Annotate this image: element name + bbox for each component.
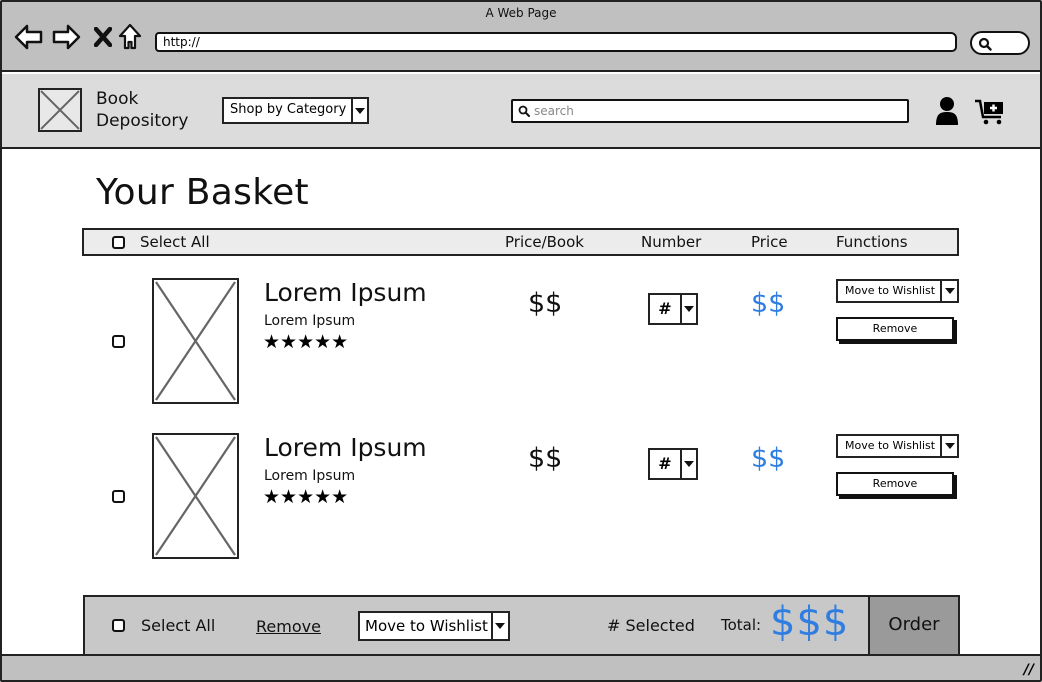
remove-button[interactable]: Remove: [836, 317, 954, 341]
browser-chrome: A Web Page http://: [2, 2, 1040, 72]
total-label: Total:: [721, 616, 762, 634]
select-all-label: Select All: [141, 616, 216, 635]
add-to-cart-icon: [975, 99, 1003, 125]
quantity-dropdown[interactable]: #: [648, 448, 698, 480]
stop-button[interactable]: [88, 22, 118, 52]
shop-by-category-dropdown[interactable]: Shop by Category: [222, 97, 370, 124]
search-input[interactable]: [534, 104, 894, 118]
user-icon: [936, 97, 958, 125]
brand-name: Book Depository: [96, 88, 188, 132]
cart-button[interactable]: [974, 98, 1006, 130]
move-to-wishlist-dropdown[interactable]: Move to Wishlist: [836, 279, 960, 303]
order-button[interactable]: Order: [868, 595, 960, 656]
book-title[interactable]: Lorem Ipsum: [264, 278, 427, 307]
quantity-value: #: [658, 299, 672, 318]
site-search-box[interactable]: [511, 99, 909, 123]
site-header: Book Depository Shop by Category: [2, 74, 1040, 149]
forward-button[interactable]: [51, 22, 81, 52]
search-icon: [978, 37, 992, 51]
browser-search-field[interactable]: [970, 31, 1030, 55]
resize-grip-icon[interactable]: //: [1024, 662, 1034, 678]
select-all-checkbox[interactable]: [112, 236, 125, 249]
bulk-move-to-wishlist-dropdown[interactable]: Move to Wishlist: [358, 611, 510, 641]
window-title: A Web Page: [485, 6, 557, 20]
brand-line-2: Depository: [96, 111, 189, 131]
chevron-down-icon: [940, 281, 957, 301]
item-checkbox[interactable]: [112, 490, 125, 503]
close-icon: [94, 27, 112, 47]
book-author: Lorem Ipsum: [264, 468, 356, 484]
book-title[interactable]: Lorem Ipsum: [264, 433, 427, 462]
basket-item-row: Lorem Ipsum Lorem Ipsum ★★★★★ $$ # $$ Mo…: [82, 433, 960, 563]
unit-price: $$: [528, 443, 563, 474]
account-button[interactable]: [934, 96, 960, 130]
column-header-price: Price: [751, 233, 788, 251]
wishlist-select-label: Move to Wishlist: [845, 284, 936, 297]
column-header-functions: Functions: [836, 233, 908, 251]
image-placeholder-icon: [155, 281, 236, 401]
forward-arrow-icon: [52, 24, 81, 50]
quantity-value: #: [658, 454, 672, 473]
quantity-dropdown[interactable]: #: [648, 293, 698, 325]
basket-item-row: Lorem Ipsum Lorem Ipsum ★★★★★ $$ # $$ Mo…: [82, 278, 960, 408]
line-price: $$: [751, 288, 786, 319]
star-rating: ★★★★★: [263, 331, 349, 353]
remove-button[interactable]: Remove: [836, 472, 954, 496]
back-arrow-icon: [14, 24, 43, 50]
book-cover[interactable]: [152, 278, 239, 404]
image-placeholder-icon: [40, 90, 80, 130]
item-checkbox[interactable]: [112, 335, 125, 348]
chevron-down-icon: [680, 295, 696, 323]
column-header-price-per-book: Price/Book: [505, 233, 584, 251]
image-placeholder-icon: [155, 436, 236, 556]
chevron-down-icon: [940, 436, 957, 456]
chevron-down-icon: [680, 450, 696, 478]
logo[interactable]: [38, 88, 82, 132]
basket-action-bar: Select All Remove Move to Wishlist # Sel…: [83, 595, 960, 656]
chevron-down-icon: [490, 613, 508, 639]
wishlist-select-label: Move to Wishlist: [845, 439, 936, 452]
chevron-down-icon: [351, 99, 367, 122]
brand-line-1: Book: [96, 89, 139, 109]
bulk-wishlist-select-label: Move to Wishlist: [365, 617, 488, 635]
url-input[interactable]: http://: [155, 32, 957, 52]
line-price: $$: [751, 443, 786, 474]
move-to-wishlist-dropdown[interactable]: Move to Wishlist: [836, 434, 960, 458]
home-button[interactable]: [115, 22, 145, 52]
book-author: Lorem Ipsum: [264, 313, 356, 329]
home-icon: [118, 23, 142, 50]
select-all-label: Select All: [140, 233, 210, 251]
basket-table-header: Select All Price/Book Number Price Funct…: [82, 228, 959, 256]
search-icon: [518, 105, 530, 117]
star-rating: ★★★★★: [263, 486, 349, 508]
total-value: $$$: [770, 599, 850, 645]
browser-status-bar: //: [2, 654, 1040, 680]
remove-selected-link[interactable]: Remove: [256, 617, 321, 636]
select-all-checkbox-bottom[interactable]: [112, 619, 125, 632]
page-title: Your Basket: [96, 172, 309, 213]
book-cover[interactable]: [152, 433, 239, 559]
back-button[interactable]: [14, 22, 44, 52]
category-select-label: Shop by Category: [230, 102, 347, 117]
selected-count: # Selected: [607, 616, 695, 635]
unit-price: $$: [528, 288, 563, 319]
column-header-number: Number: [641, 233, 702, 251]
